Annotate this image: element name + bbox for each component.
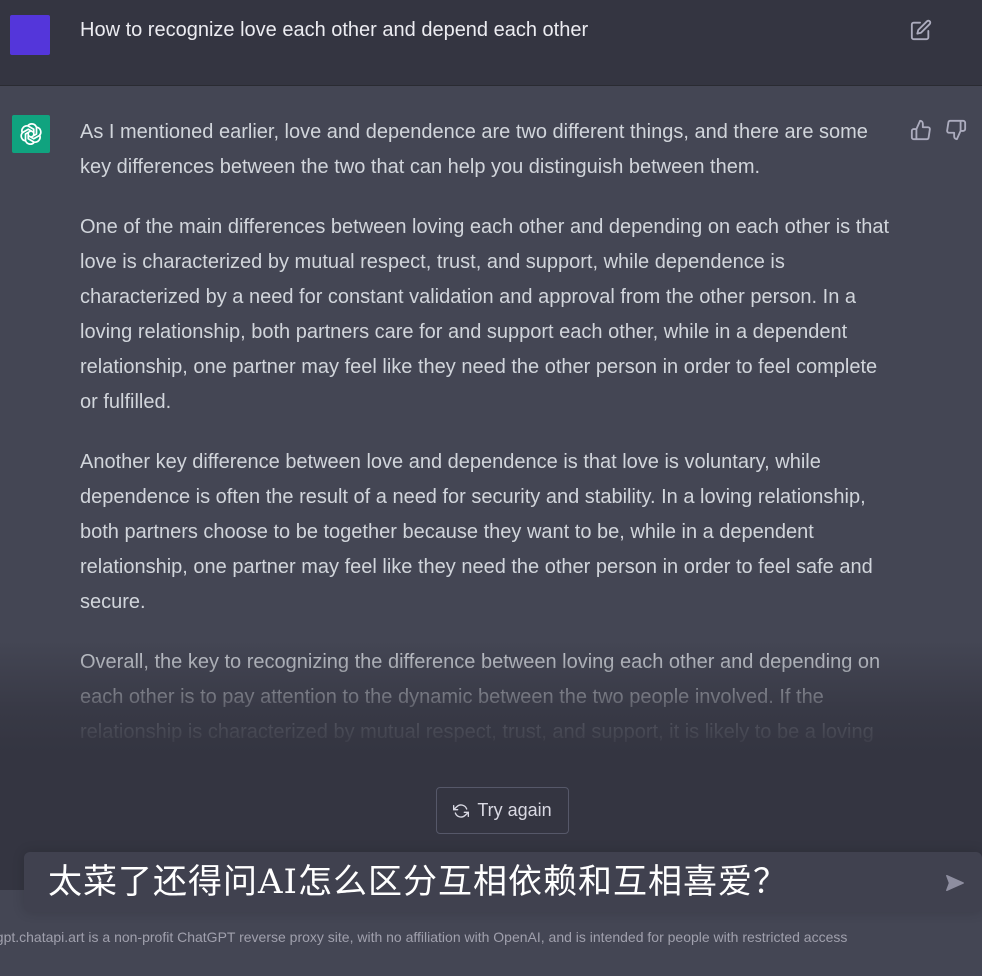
- answer-paragraph-1: As I mentioned earlier, love and depende…: [80, 121, 868, 178]
- assistant-avatar: [12, 115, 50, 153]
- user-message-row: How to recognize love each other and dep…: [0, 0, 982, 86]
- assistant-message-row: As I mentioned earlier, love and depende…: [0, 86, 982, 976]
- send-icon[interactable]: [944, 872, 966, 894]
- openai-logo-icon: [20, 123, 42, 145]
- message-composer[interactable]: 太菜了还得问AI怎么区分互相依赖和互相喜爱？: [24, 852, 982, 912]
- edit-icon[interactable]: [910, 19, 932, 41]
- assistant-answer: As I mentioned earlier, love and depende…: [80, 115, 900, 845]
- thumbs-down-icon[interactable]: [945, 119, 967, 141]
- try-again-button[interactable]: Try again: [436, 787, 569, 834]
- answer-paragraph-2: One of the main differences between lovi…: [80, 216, 890, 413]
- refresh-icon: [453, 803, 470, 818]
- user-message-text: How to recognize love each other and dep…: [80, 19, 589, 41]
- answer-paragraph-3: Another key difference between love and …: [80, 451, 873, 613]
- try-again-label: Try again: [477, 800, 552, 820]
- footer-disclaimer: //gpt.chatapi.art is a non-profit ChatGP…: [0, 929, 848, 945]
- thumbs-up-icon[interactable]: [910, 119, 932, 141]
- user-avatar: [10, 15, 50, 55]
- message-input[interactable]: 太菜了还得问AI怎么区分互相依赖和互相喜爱？: [48, 862, 788, 902]
